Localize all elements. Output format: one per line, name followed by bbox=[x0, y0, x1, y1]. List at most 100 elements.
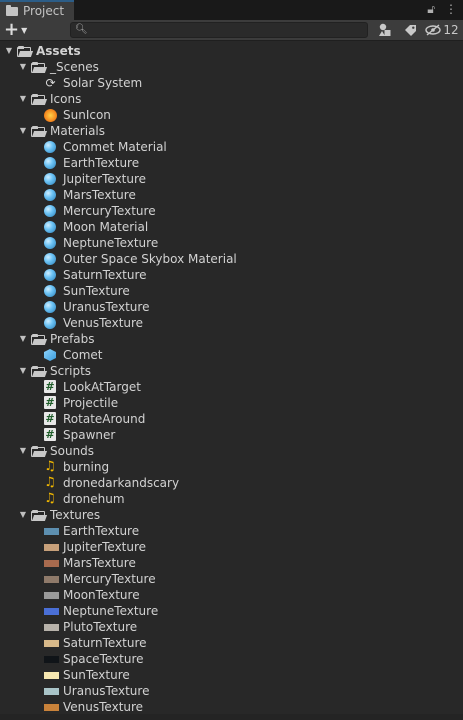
asset-item[interactable]: # Spawner bbox=[0, 427, 463, 443]
tag-icon bbox=[404, 24, 416, 36]
hidden-count: 12 bbox=[443, 23, 459, 37]
asset-item[interactable]: ♫ burning bbox=[0, 459, 463, 475]
asset-item[interactable]: Commet Material bbox=[0, 139, 463, 155]
foldout-arrow-icon[interactable]: ▼ bbox=[4, 43, 14, 59]
item-label: Textures bbox=[50, 508, 101, 522]
asset-item[interactable]: # Projectile bbox=[0, 395, 463, 411]
search-field[interactable]: 🔍︎ bbox=[70, 22, 368, 38]
folder-scenes[interactable]: ▼ _Scenes bbox=[0, 59, 463, 75]
foldout-arrow-icon[interactable]: ▼ bbox=[18, 507, 28, 523]
item-label: EarthTexture bbox=[63, 524, 140, 538]
item-label: MarsTexture bbox=[63, 188, 136, 202]
asset-item[interactable]: ⟳ Solar System bbox=[0, 75, 463, 91]
item-label: UranusTexture bbox=[63, 684, 150, 698]
item-label: Projectile bbox=[63, 396, 119, 410]
asset-item[interactable]: JupiterTexture bbox=[0, 539, 463, 555]
search-by-type-button[interactable] bbox=[374, 21, 396, 39]
hidden-packages-button[interactable]: 12 bbox=[424, 21, 460, 39]
texture-thumbnail-icon bbox=[44, 672, 59, 679]
item-label: Solar System bbox=[63, 76, 143, 90]
item-label: dronehum bbox=[63, 492, 125, 506]
item-label: Comet bbox=[63, 348, 103, 362]
search-by-label-button[interactable] bbox=[400, 21, 420, 39]
item-label: Commet Material bbox=[63, 140, 167, 154]
item-label: PlutoTexture bbox=[63, 620, 138, 634]
folder-materials[interactable]: ▼ Materials bbox=[0, 123, 463, 139]
kebab-menu-icon[interactable]: ⋮ bbox=[445, 2, 457, 17]
asset-item[interactable]: MercuryTexture bbox=[0, 203, 463, 219]
asset-item[interactable]: EarthTexture bbox=[0, 155, 463, 171]
item-label: SpaceTexture bbox=[63, 652, 144, 666]
asset-item[interactable]: SunTexture bbox=[0, 667, 463, 683]
foldout-arrow-icon[interactable]: ▼ bbox=[18, 123, 28, 139]
item-label: UranusTexture bbox=[63, 300, 150, 314]
add-button[interactable]: + ▼ bbox=[4, 21, 34, 39]
material-sphere-icon bbox=[44, 269, 56, 281]
audio-note-icon: ♫ bbox=[44, 491, 56, 506]
asset-item[interactable]: MercuryTexture bbox=[0, 571, 463, 587]
folder-open-icon bbox=[31, 62, 45, 73]
folder-icons[interactable]: ▼ Icons bbox=[0, 91, 463, 107]
foldout-arrow-icon[interactable]: ▼ bbox=[18, 91, 28, 107]
foldout-arrow-icon[interactable]: ▼ bbox=[18, 443, 28, 459]
search-input[interactable] bbox=[87, 23, 357, 37]
panel-bottom-edge bbox=[0, 714, 463, 720]
item-label: NeptuneTexture bbox=[63, 236, 159, 250]
asset-item[interactable]: ♫ dronedarkandscary bbox=[0, 475, 463, 491]
chevron-down-icon: ▼ bbox=[21, 25, 28, 35]
item-label: Outer Space Skybox Material bbox=[63, 252, 237, 266]
audio-note-icon: ♫ bbox=[44, 475, 56, 490]
asset-item[interactable]: Comet bbox=[0, 347, 463, 363]
asset-item[interactable]: NeptuneTexture bbox=[0, 603, 463, 619]
folder-scripts[interactable]: ▼ Scripts bbox=[0, 363, 463, 379]
csharp-script-icon: # bbox=[44, 412, 56, 425]
foldout-arrow-icon[interactable]: ▼ bbox=[18, 59, 28, 75]
asset-item[interactable]: # LookAtTarget bbox=[0, 379, 463, 395]
asset-item[interactable]: EarthTexture bbox=[0, 523, 463, 539]
asset-item[interactable]: MoonTexture bbox=[0, 587, 463, 603]
asset-item[interactable]: ♫ dronehum bbox=[0, 491, 463, 507]
item-label: Scripts bbox=[50, 364, 92, 378]
folder-prefabs[interactable]: ▼ Prefabs bbox=[0, 331, 463, 347]
item-label: Assets bbox=[36, 44, 81, 58]
foldout-arrow-icon[interactable]: ▼ bbox=[18, 363, 28, 379]
material-sphere-icon bbox=[44, 237, 56, 249]
tab-project[interactable]: Project bbox=[0, 0, 74, 20]
asset-item[interactable]: Moon Material bbox=[0, 219, 463, 235]
item-label: RotateAround bbox=[63, 412, 146, 426]
material-sphere-icon bbox=[44, 157, 56, 169]
asset-item[interactable]: SunIcon bbox=[0, 107, 463, 123]
asset-item[interactable]: SpaceTexture bbox=[0, 651, 463, 667]
lock-icon[interactable]: 🔓︎ bbox=[427, 2, 435, 17]
asset-item[interactable]: JupiterTexture bbox=[0, 171, 463, 187]
asset-item[interactable]: UranusTexture bbox=[0, 683, 463, 699]
material-sphere-icon bbox=[44, 285, 56, 297]
tree-root-assets[interactable]: ▼ Assets bbox=[0, 43, 463, 59]
asset-item[interactable]: PlutoTexture bbox=[0, 619, 463, 635]
tab-title: Project bbox=[23, 4, 65, 18]
item-label: MercuryTexture bbox=[63, 204, 156, 218]
asset-item[interactable]: SaturnTexture bbox=[0, 267, 463, 283]
asset-item[interactable]: VenusTexture bbox=[0, 699, 463, 715]
item-label: _Scenes bbox=[50, 60, 99, 74]
asset-item[interactable]: # RotateAround bbox=[0, 411, 463, 427]
foldout-arrow-icon[interactable]: ▼ bbox=[18, 331, 28, 347]
item-label: JupiterTexture bbox=[63, 540, 147, 554]
material-sphere-icon bbox=[44, 301, 56, 313]
folder-sounds[interactable]: ▼ Sounds bbox=[0, 443, 463, 459]
texture-thumbnail-icon bbox=[44, 640, 59, 647]
asset-item[interactable]: MarsTexture bbox=[0, 555, 463, 571]
folder-open-icon bbox=[31, 366, 45, 377]
asset-item[interactable]: Outer Space Skybox Material bbox=[0, 251, 463, 267]
item-label: MercuryTexture bbox=[63, 572, 156, 586]
tab-controls: 🔓︎ ⋮ bbox=[427, 2, 457, 17]
item-label: dronedarkandscary bbox=[63, 476, 180, 490]
asset-item[interactable]: MarsTexture bbox=[0, 187, 463, 203]
asset-item[interactable]: NeptuneTexture bbox=[0, 235, 463, 251]
asset-item[interactable]: VenusTexture bbox=[0, 315, 463, 331]
item-label: MoonTexture bbox=[63, 588, 140, 602]
asset-item[interactable]: UranusTexture bbox=[0, 299, 463, 315]
asset-item[interactable]: SunTexture bbox=[0, 283, 463, 299]
asset-item[interactable]: SaturnTexture bbox=[0, 635, 463, 651]
folder-textures[interactable]: ▼ Textures bbox=[0, 507, 463, 523]
